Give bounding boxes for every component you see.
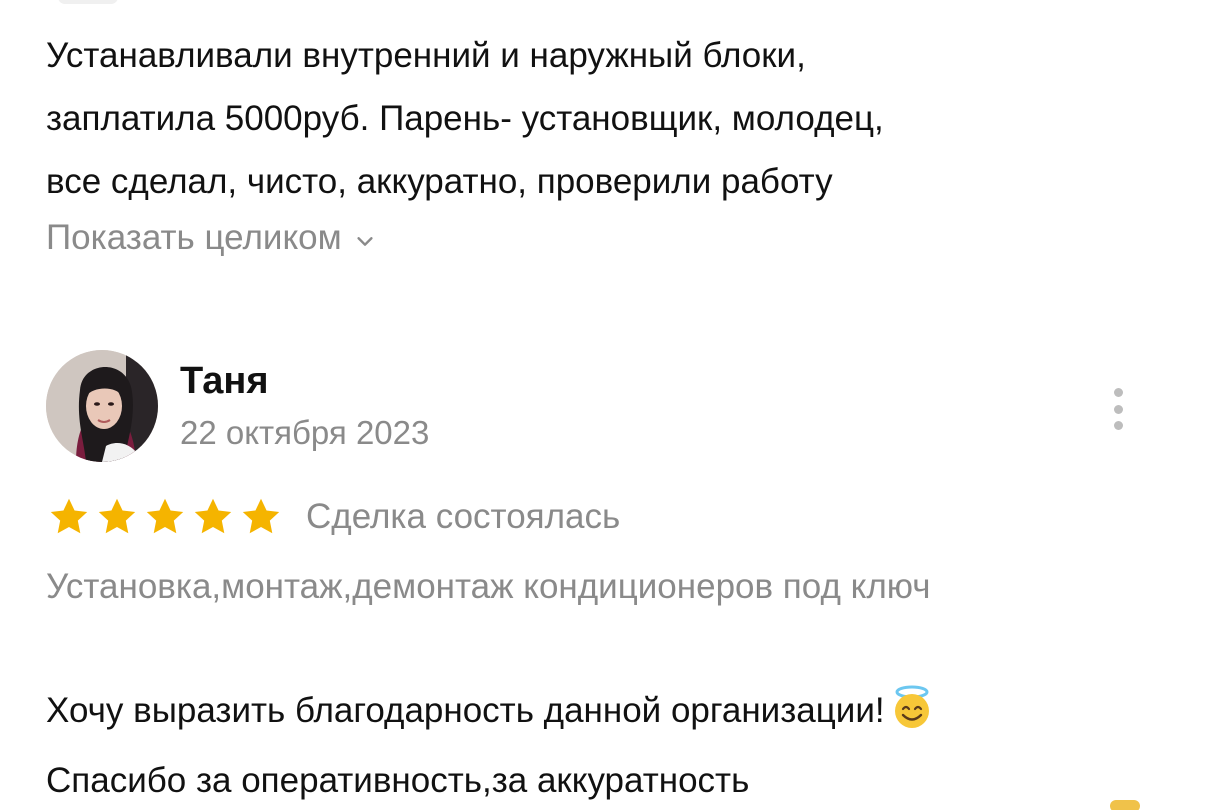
smiling-face-with-halo-icon bbox=[889, 684, 935, 750]
more-vertical-icon bbox=[1113, 404, 1123, 414]
show-more-button[interactable]: Показать целиком bbox=[46, 218, 376, 258]
review-text: Хочу выразить благодарность данной орган… bbox=[46, 680, 1186, 810]
star-icon bbox=[242, 498, 280, 534]
show-more-label: Показать целиком bbox=[46, 218, 342, 257]
star-rating bbox=[46, 494, 284, 540]
service-category: Установка,монтаж,демонтаж кондиционеров … bbox=[46, 567, 931, 606]
bottom-partial-element bbox=[1110, 800, 1140, 810]
chevron-down-icon bbox=[357, 237, 373, 246]
star-icon bbox=[194, 498, 232, 534]
previous-review-line: все сделал, чисто, аккуратно, проверили … bbox=[46, 162, 833, 201]
review-text-line-content: Хочу выразить благодарность данной орган… bbox=[46, 691, 885, 730]
star-icon bbox=[50, 498, 88, 534]
previous-review-line: Устанавливали внутренний и наружный блок… bbox=[46, 36, 806, 75]
author-name[interactable]: Таня bbox=[180, 360, 269, 403]
review-date: 22 октября 2023 bbox=[180, 414, 430, 451]
review-text-line: Хочу выразить благодарность данной орган… bbox=[46, 680, 1186, 750]
more-options-button[interactable] bbox=[1100, 384, 1136, 434]
avatar[interactable] bbox=[46, 350, 158, 462]
review-text-line: Спасибо за оперативность,за аккуратность bbox=[46, 761, 750, 800]
star-icon bbox=[146, 498, 184, 534]
top-partial-element bbox=[58, 0, 118, 4]
rating-row: Сделка состоялась bbox=[46, 494, 620, 540]
previous-review-line: заплатила 5000руб. Парень- установщик, м… bbox=[46, 99, 884, 138]
previous-review-text: Устанавливали внутренний и наружный блок… bbox=[46, 24, 1146, 213]
deal-status: Сделка состоялась bbox=[306, 497, 621, 536]
avatar-image bbox=[46, 350, 158, 462]
more-vertical-icon bbox=[1113, 421, 1123, 430]
more-vertical-icon bbox=[1113, 388, 1123, 397]
star-icon bbox=[98, 498, 136, 534]
reviews-page: Устанавливали внутренний и наружный блок… bbox=[0, 0, 1214, 810]
